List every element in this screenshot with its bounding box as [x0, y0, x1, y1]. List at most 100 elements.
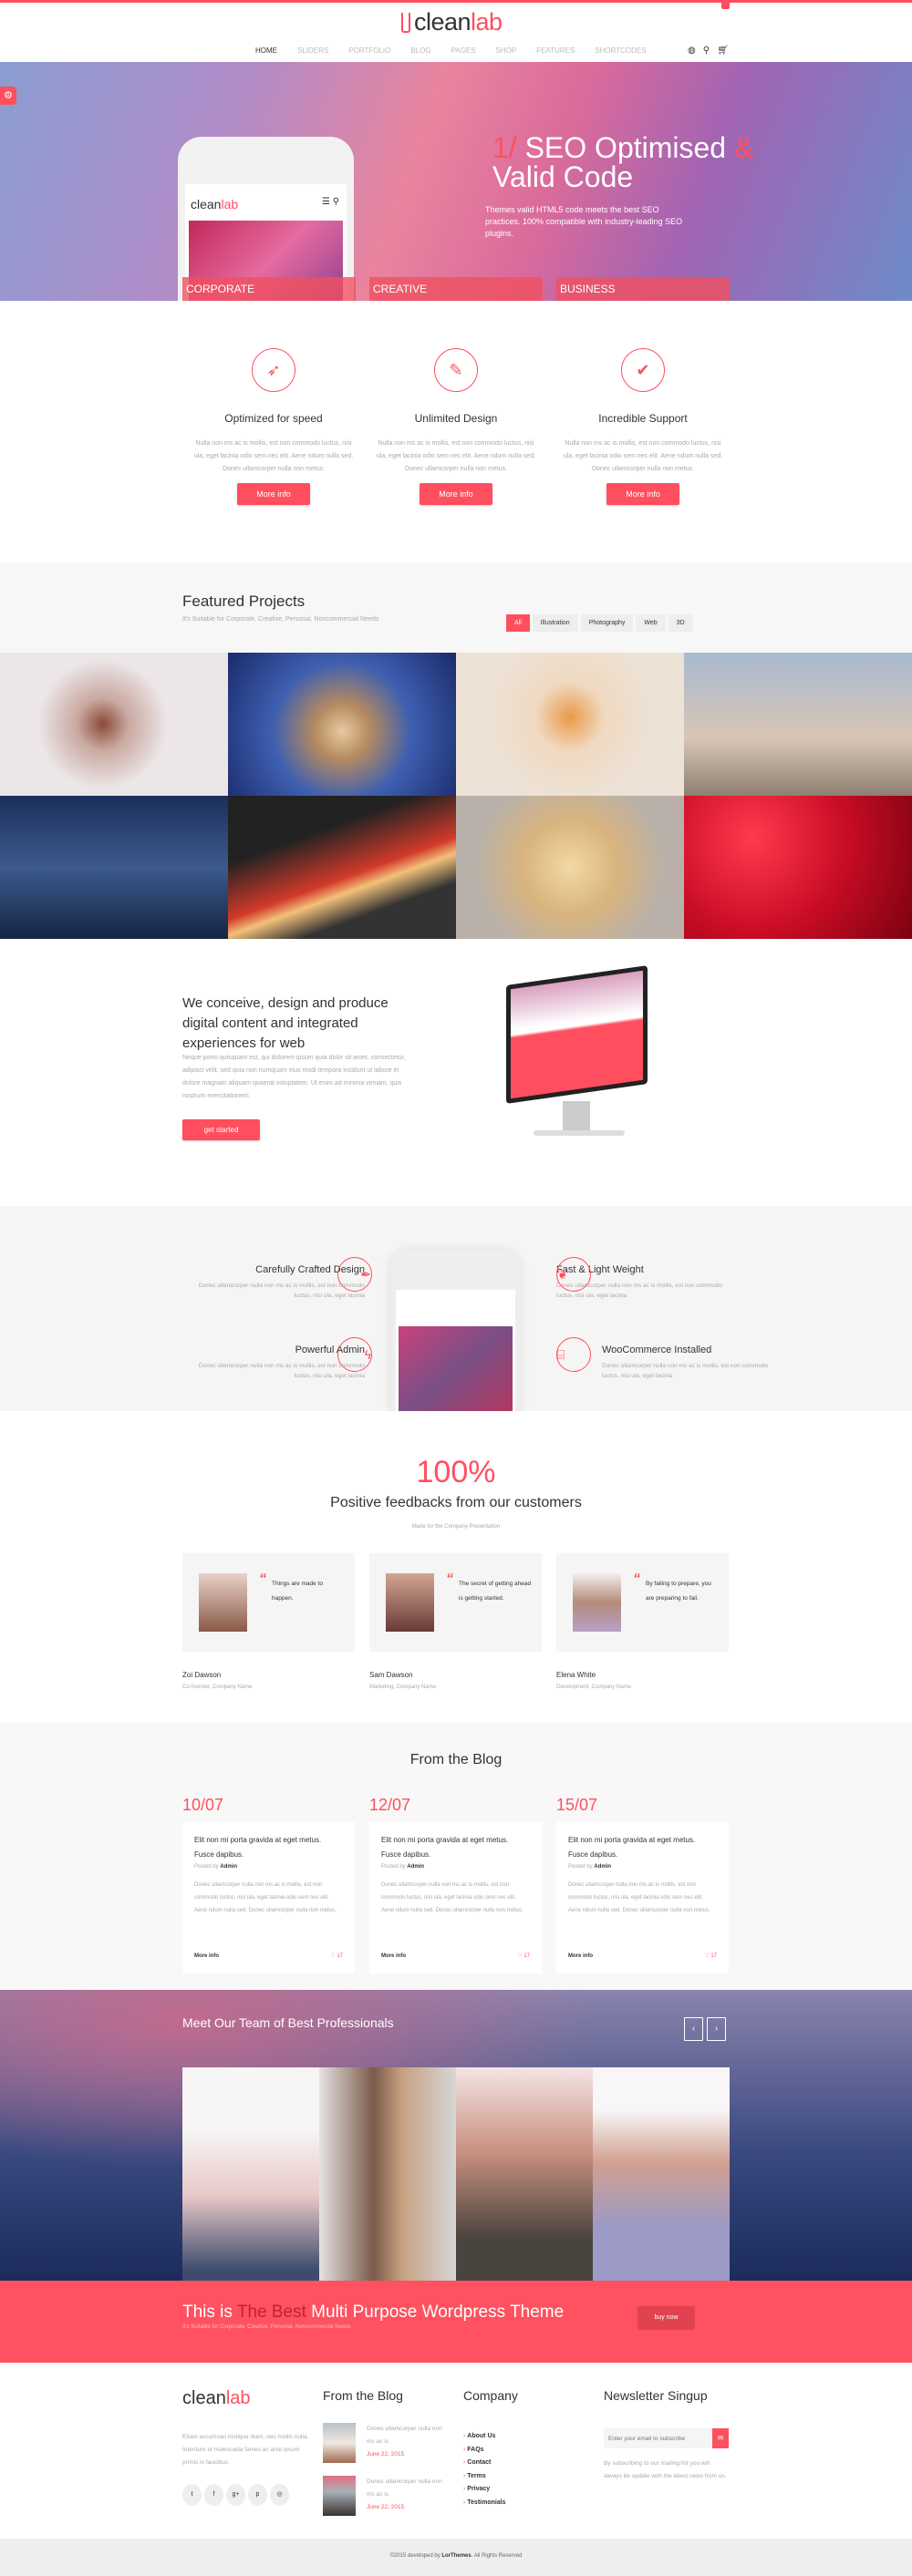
portfolio-item[interactable]	[0, 653, 228, 796]
more-info-button[interactable]: More info	[420, 483, 492, 505]
post-title[interactable]: Elit non mi porta gravida at eget metus.…	[568, 1833, 717, 1862]
filter-illustration[interactable]: Illustration	[532, 614, 578, 632]
copyright-bar: ©2015 developed by LorThemes. All Rights…	[0, 2539, 912, 2576]
post-thumbnail	[323, 2476, 356, 2516]
team-member-photo[interactable]	[456, 2067, 593, 2281]
post-title[interactable]: Elit non mi porta gravida at eget metus.…	[381, 1833, 530, 1862]
dribbble-icon[interactable]: ◎	[270, 2484, 289, 2506]
feature-text: Nulla non ms ac is mollis, est non commo…	[563, 440, 723, 472]
nav-features[interactable]: FEATURES	[536, 46, 575, 55]
portfolio-filters: All Illustration Photography Web 3D	[506, 614, 693, 632]
nav-pages[interactable]: PAGES	[451, 46, 476, 55]
portfolio-item[interactable]	[228, 796, 456, 939]
google-plus-icon[interactable]: g+	[226, 2484, 245, 2506]
category-corporate[interactable]: CORPORATE	[182, 277, 356, 301]
post-author: Posted by Admin	[381, 1864, 425, 1870]
team-section: Meet Our Team of Best Professionals ‹ ›	[0, 1990, 912, 2281]
post-title[interactable]: Elit non mi porta gravida at eget metus.…	[194, 1833, 343, 1862]
section-title: Positive feedbacks from our customers	[330, 1495, 582, 1510]
team-member-photo[interactable]	[182, 2067, 319, 2281]
team-member-photo[interactable]	[593, 2067, 730, 2281]
blog-card: Elit non mi porta gravida at eget metus.…	[182, 1822, 355, 1973]
feature-text: Nulla non ms ac is mollis, est non commo…	[376, 440, 536, 472]
section-subtitle: Made for the Company Presentation	[411, 1524, 501, 1530]
category-creative[interactable]: CREATIVE	[369, 277, 543, 301]
cart-icon[interactable]: 🛒︎	[717, 46, 729, 56]
nav-shop[interactable]: SHOP	[496, 46, 517, 55]
nav-home[interactable]: HOME	[255, 46, 277, 55]
pinterest-icon[interactable]: p	[248, 2484, 267, 2506]
feature-speed: ➶ Optimized for speed Nulla non ms ac is m…	[182, 348, 365, 505]
phone-mockup: cleanlab ☰ ⚲	[178, 137, 354, 301]
logo-accent: lab	[471, 8, 503, 36]
featured-projects-header: Featured Projects It's Suitable for Corp…	[0, 562, 912, 653]
footer-post[interactable]: Donec ullamcorper nulla non ms ac is June…	[323, 2423, 449, 2463]
blog-card: Elit non mi porta gravida at eget metus.…	[556, 1822, 729, 1973]
menu-search-icon: ☰ ⚲	[321, 197, 339, 207]
pencil-icon: ✎	[434, 348, 478, 392]
get-started-button[interactable]: get started	[182, 1119, 260, 1140]
category-business[interactable]: BUSINESS	[556, 277, 730, 301]
filter-photography[interactable]: Photography	[580, 614, 634, 632]
post-thumbnail	[323, 2423, 356, 2463]
link-privacy[interactable]: Privacy	[463, 2483, 518, 2497]
footer-logo[interactable]: cleanlab	[182, 2388, 310, 2409]
portfolio-item[interactable]	[456, 653, 684, 796]
newsletter-email-input[interactable]	[604, 2428, 712, 2448]
likes[interactable]: ♡ 17	[517, 1953, 530, 1959]
nav-sliders[interactable]: SLIDERS	[297, 46, 328, 55]
link-terms[interactable]: Terms	[463, 2470, 518, 2484]
facebook-icon[interactable]: f	[204, 2484, 223, 2506]
link-about-us[interactable]: About Us	[463, 2430, 518, 2444]
globe-icon[interactable]: ◍	[688, 46, 696, 56]
portfolio-item[interactable]	[684, 796, 912, 939]
feature-support: ✔ Incredible Support Nulla non ms ac is mo…	[552, 348, 734, 505]
portfolio-item[interactable]	[456, 796, 684, 939]
buy-now-button[interactable]: buy now	[637, 2306, 695, 2330]
link-testimonials[interactable]: Testimonials	[463, 2497, 518, 2510]
rocket-icon: ➶	[252, 348, 295, 392]
filter-all[interactable]: All	[506, 614, 530, 632]
conceive-section: We conceive, design and produce digital …	[0, 939, 912, 1206]
footer-post[interactable]: Donec ullamcorper nulla non ms ac is June…	[323, 2476, 449, 2516]
feature-text: Nulla non ms ac is mollis, est non commo…	[193, 440, 354, 472]
next-arrow-icon[interactable]: ›	[707, 2017, 726, 2041]
imac-mockup	[497, 965, 652, 1139]
person-name: Zoi Dawson	[182, 1671, 222, 1679]
more-info-link[interactable]: More info	[194, 1953, 219, 1959]
nav-blog[interactable]: BLOG	[410, 46, 430, 55]
filter-3d[interactable]: 3D	[668, 614, 693, 632]
section-title: We conceive, design and produce digital …	[182, 995, 389, 1051]
person-role: Development, Company Name	[556, 1685, 632, 1690]
feature-title: Optimized for speed	[224, 412, 323, 425]
link-contact[interactable]: Contact	[463, 2457, 518, 2470]
subscribe-envelope-icon[interactable]: ✉	[712, 2428, 729, 2448]
feature-text: Donec ullamcorper nulla non ms ac is mol…	[602, 1363, 769, 1379]
logo[interactable]: cleanlab	[401, 8, 503, 36]
likes[interactable]: ♡ 17	[704, 1953, 717, 1959]
more-info-link[interactable]: More info	[568, 1953, 593, 1959]
phone-logo: cleanlab	[191, 197, 239, 211]
footer-heading: From the Blog	[323, 2388, 403, 2403]
settings-gear-icon[interactable]: ⚙	[0, 87, 16, 105]
prev-arrow-icon[interactable]: ‹	[684, 2017, 703, 2041]
portfolio-item[interactable]	[228, 653, 456, 796]
nav-portfolio[interactable]: PORTFOLIO	[348, 46, 390, 55]
portfolio-item[interactable]	[0, 796, 228, 939]
more-info-button[interactable]: More info	[237, 483, 310, 505]
twitter-icon[interactable]: t	[182, 2484, 202, 2506]
likes[interactable]: ♡ 17	[330, 1953, 343, 1959]
feature-title: Unlimited Design	[414, 412, 498, 425]
filter-web[interactable]: Web	[636, 614, 666, 632]
more-info-link[interactable]: More info	[381, 1953, 406, 1959]
more-info-button[interactable]: More info	[606, 483, 679, 505]
portfolio-item[interactable]	[684, 653, 912, 796]
feature-text: Donec ullamcorper nulla non ms ac is mol…	[198, 1283, 365, 1299]
team-carousel	[182, 2067, 730, 2281]
link-faqs[interactable]: FAQs	[463, 2444, 518, 2458]
nav-shortcodes[interactable]: SHORTCODES	[595, 46, 646, 55]
footer-description: Etiam accumsan tristique diam, nec molli…	[182, 2434, 309, 2466]
team-member-photo[interactable]	[319, 2067, 456, 2281]
search-icon[interactable]: ⚲	[703, 46, 710, 56]
chat-check-icon: ✔	[621, 348, 665, 392]
